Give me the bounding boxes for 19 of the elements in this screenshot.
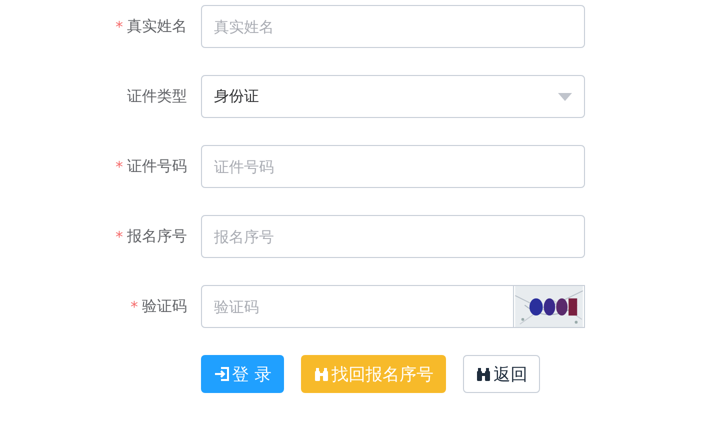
caret-icon — [558, 92, 572, 100]
field-label: 证件号码 — [127, 157, 187, 176]
binoculars-icon — [476, 366, 492, 382]
input-field[interactable]: 真实姓名 — [201, 5, 585, 48]
input-field[interactable]: 证件号码 — [201, 145, 585, 188]
required-mark: * — [116, 228, 123, 246]
field-label: 验证码 — [142, 297, 187, 316]
required-mark: * — [116, 18, 123, 36]
field-label: 真实姓名 — [127, 17, 187, 36]
select-field[interactable]: 身份证 — [201, 75, 585, 118]
login-icon — [214, 366, 230, 382]
input-field[interactable]: 验证码 — [201, 285, 514, 328]
button[interactable]: 返回 — [463, 355, 540, 393]
binoculars-icon — [314, 366, 330, 382]
input-field[interactable]: 报名序号 — [201, 215, 585, 258]
field-label: 证件类型 — [127, 87, 187, 106]
field-label: 报名序号 — [127, 227, 187, 246]
required-mark: * — [130, 298, 138, 316]
required-mark: * — [116, 158, 123, 176]
